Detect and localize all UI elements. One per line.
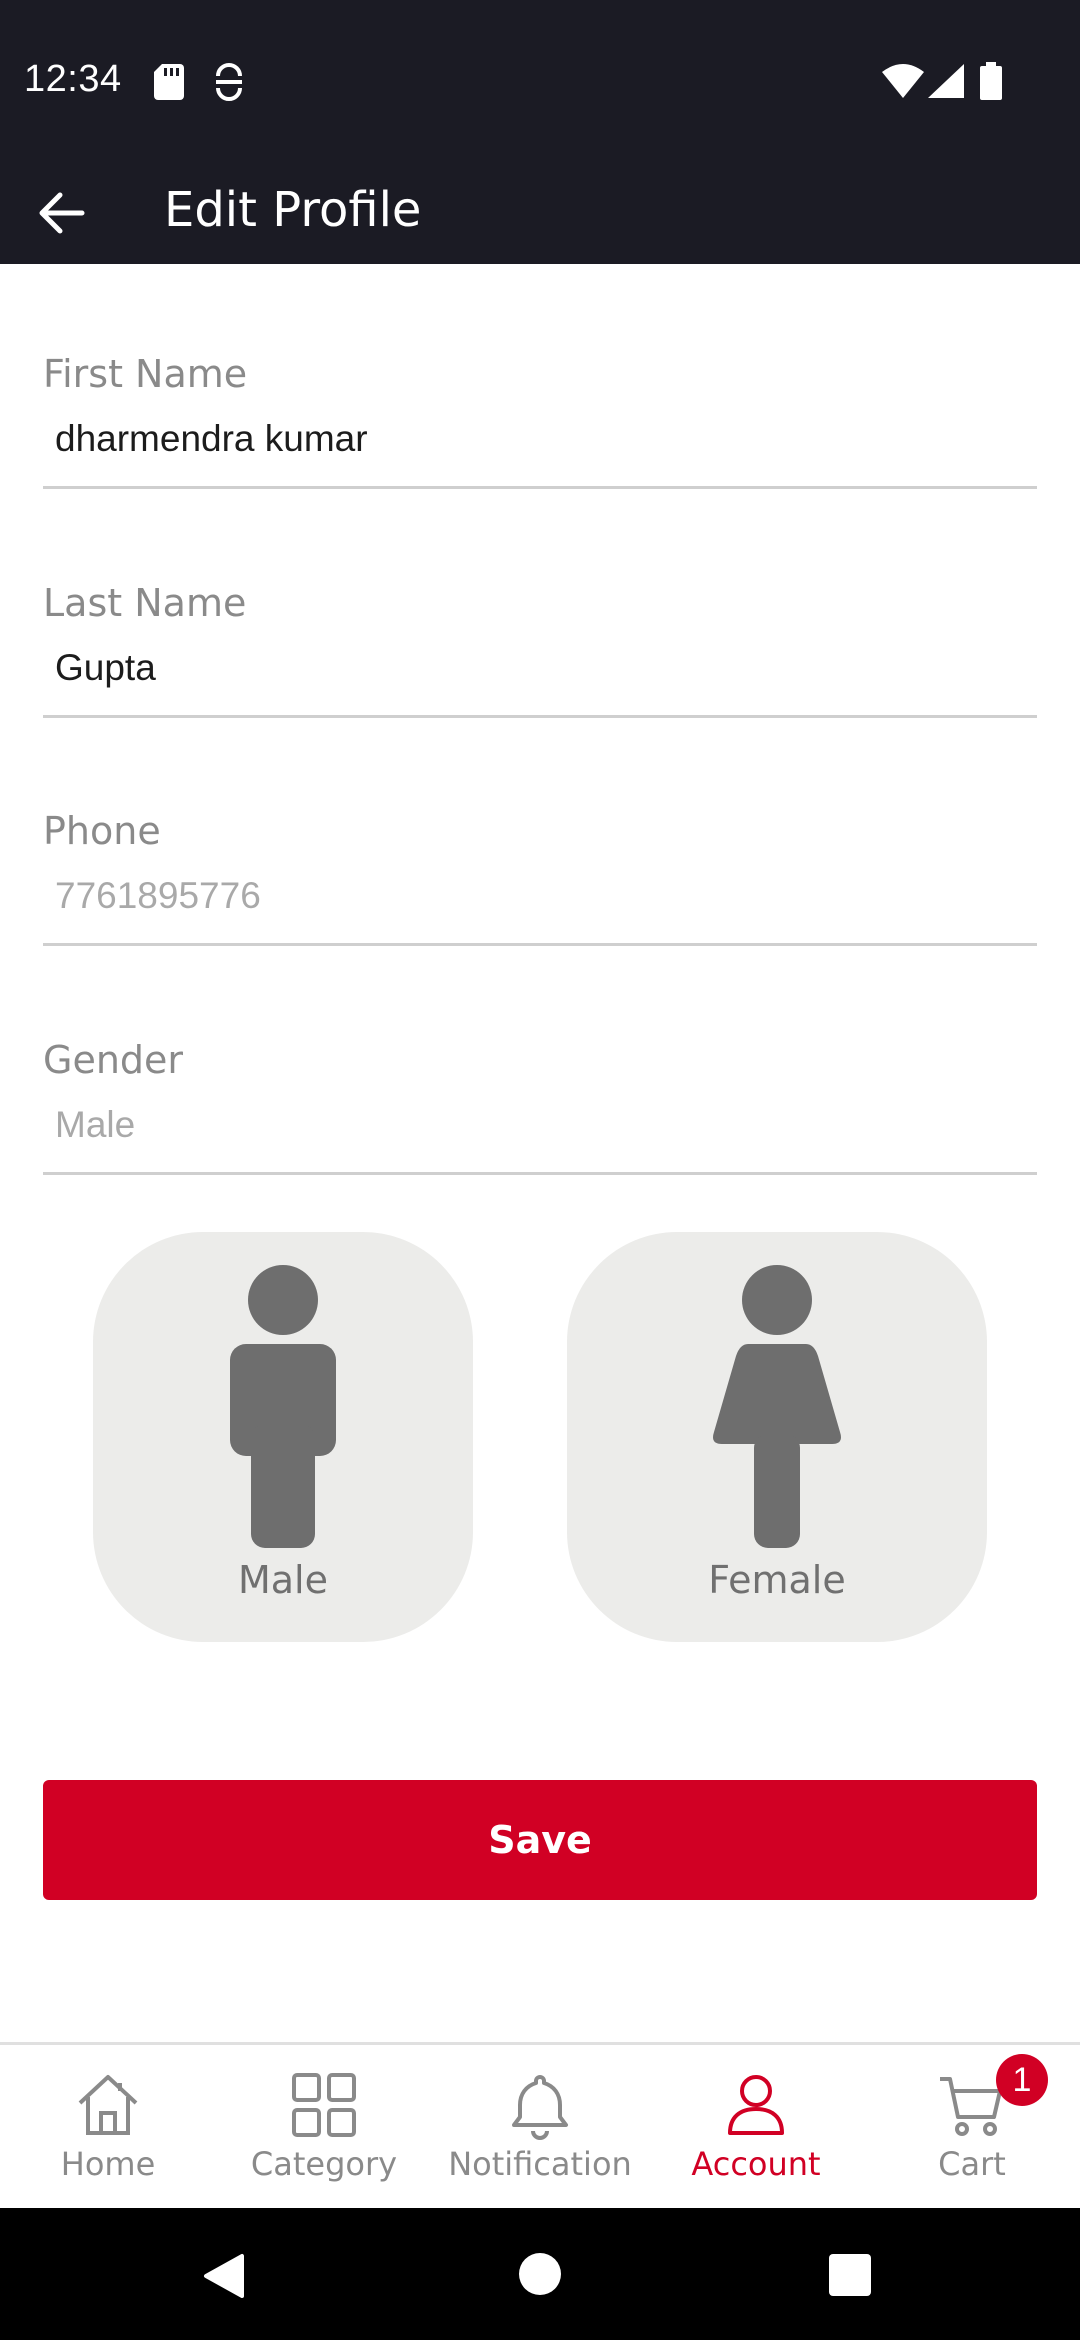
sync-icon (212, 62, 246, 107)
nav-home[interactable]: Home (0, 2045, 216, 2211)
battery-icon (980, 62, 1002, 105)
first-name-input[interactable]: dharmendra kumar (55, 418, 368, 460)
nav-notification[interactable]: Notification (432, 2045, 648, 2211)
phone-input: 7761895776 (55, 875, 261, 916)
gender-field: Gender Male (43, 1038, 1037, 1178)
system-back-button[interactable] (202, 2252, 246, 2305)
nav-category[interactable]: Category (216, 2045, 432, 2211)
sd-card-icon (154, 64, 184, 105)
status-time: 12:34 (24, 58, 122, 100)
cart-badge: 1 (996, 2054, 1048, 2106)
nav-account-label: Account (691, 2145, 821, 2183)
system-recents-button[interactable] (829, 2254, 871, 2301)
app-bar: Edit Profile (0, 164, 1080, 264)
user-icon (728, 2075, 784, 2135)
system-nav-bar (0, 2208, 1080, 2340)
phone-underline (43, 943, 1037, 946)
triangle-back-icon (204, 2254, 244, 2298)
gender-male-card[interactable]: Male (93, 1232, 473, 1642)
bottom-nav: Home Category Notification Account Cart (0, 2042, 1080, 2208)
nav-home-label: Home (60, 2145, 156, 2183)
nav-cart[interactable]: Cart (864, 2045, 1080, 2211)
grid-icon (292, 2073, 356, 2137)
gender-underline (43, 1172, 1037, 1175)
back-button[interactable] (32, 178, 92, 248)
home-icon (78, 2075, 138, 2135)
nav-category-label: Category (250, 2145, 398, 2183)
arrow-left-icon (39, 192, 85, 234)
first-name-label: First Name (43, 352, 248, 396)
phone-field: Phone 7761895776 (43, 809, 1037, 949)
male-figure-icon (230, 1265, 336, 1548)
circle-home-icon (519, 2253, 561, 2295)
bell-icon (512, 2075, 568, 2140)
wifi-icon (882, 64, 924, 103)
nav-notification-label: Notification (448, 2145, 632, 2183)
system-home-button[interactable] (518, 2252, 562, 2301)
nav-account[interactable]: Account (648, 2045, 864, 2211)
square-recents-icon (829, 2254, 871, 2296)
last-name-underline (43, 715, 1037, 718)
gender-female-card[interactable]: Female (567, 1232, 987, 1642)
nav-cart-label: Cart (938, 2145, 1006, 2183)
gender-male-label: Male (237, 1558, 328, 1602)
first-name-field[interactable]: First Name dharmendra kumar (43, 352, 1037, 492)
signal-icon (928, 64, 964, 103)
phone-label: Phone (43, 809, 161, 853)
gender-label: Gender (43, 1038, 184, 1082)
first-name-underline (43, 486, 1037, 489)
gender-input: Male (55, 1104, 136, 1145)
last-name-label: Last Name (43, 581, 247, 625)
last-name-field[interactable]: Last Name Gupta (43, 581, 1037, 721)
save-button[interactable]: Save (43, 1780, 1037, 1900)
page-title: Edit Profile (164, 182, 422, 238)
status-bar: 12:34 (0, 0, 1080, 164)
female-figure-icon (713, 1265, 841, 1548)
gender-female-label: Female (708, 1558, 846, 1602)
last-name-input[interactable]: Gupta (55, 647, 156, 689)
